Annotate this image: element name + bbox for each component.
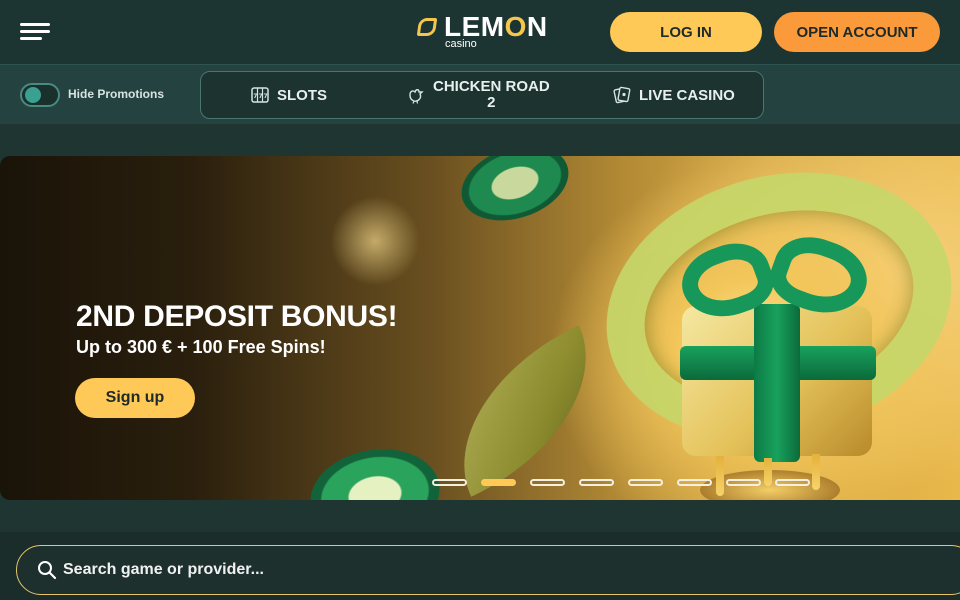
casino-chip-image	[451, 156, 579, 234]
carousel-dot[interactable]	[530, 479, 565, 486]
top-header: LEMON casino LOG IN OPEN ACCOUNT	[0, 0, 960, 64]
lemon-logo-icon	[416, 18, 438, 36]
category-tabs: 7 7 7 SLOTS CHICKEN ROAD 2 LIVE CASINO	[200, 71, 764, 119]
tab-chicken-road-line1: CHICKEN ROAD	[433, 78, 550, 95]
carousel-dot[interactable]	[628, 479, 663, 486]
search-icon	[38, 561, 57, 580]
lemon-leaf-image	[424, 325, 626, 497]
menu-icon[interactable]	[20, 21, 50, 43]
category-nav-bar: Hide Promotions 7 7 7 SLOTS CHICKEN ROAD…	[0, 64, 960, 124]
tab-slots[interactable]: 7 7 7 SLOTS	[251, 72, 327, 118]
slot-machine-icon: 7 7 7	[251, 87, 269, 103]
carousel-dot[interactable]	[726, 479, 761, 486]
carousel-indicators	[432, 479, 810, 489]
promo-banner[interactable]: 2ND DEPOSIT BONUS! Up to 300 € + 100 Fre…	[0, 156, 960, 500]
svg-text:7: 7	[264, 93, 268, 100]
search-input[interactable]	[63, 546, 663, 594]
gift-box-image	[672, 225, 892, 500]
carousel-dot-active[interactable]	[481, 479, 516, 486]
tab-slots-label: SLOTS	[277, 86, 328, 104]
lemon-casino-logo[interactable]: LEMON casino	[416, 11, 548, 52]
sign-up-button[interactable]: Sign up	[75, 378, 195, 418]
hide-promotions-label: Hide Promotions	[68, 87, 165, 101]
banner-subtitle: Up to 300 € + 100 Free Spins!	[76, 337, 326, 357]
svg-text:7: 7	[253, 93, 257, 100]
decorative-glow	[330, 196, 420, 286]
logo-highlight-letter: O	[504, 11, 527, 42]
login-button[interactable]: LOG IN	[610, 12, 762, 52]
banner-title: 2ND DEPOSIT BONUS!	[76, 300, 398, 333]
search-bar[interactable]	[16, 545, 960, 595]
tab-chicken-road-2[interactable]: CHICKEN ROAD 2	[407, 72, 550, 118]
tab-chicken-road-label: CHICKEN ROAD 2	[433, 79, 550, 111]
carousel-dot[interactable]	[677, 479, 712, 486]
carousel-dot[interactable]	[432, 479, 467, 486]
logo-subtext: casino	[445, 38, 477, 50]
cards-icon	[613, 86, 631, 104]
open-account-button[interactable]: OPEN ACCOUNT	[774, 12, 940, 52]
tab-chicken-road-line2: 2	[487, 94, 496, 111]
honey-drip	[812, 454, 820, 490]
tab-live-casino[interactable]: LIVE CASINO	[613, 72, 735, 118]
carousel-dot[interactable]	[775, 479, 810, 486]
svg-text:7: 7	[259, 93, 263, 100]
gift-ribbon	[754, 304, 800, 462]
hide-promotions-toggle[interactable]	[20, 83, 60, 107]
honey-drip	[716, 456, 724, 496]
carousel-dot[interactable]	[579, 479, 614, 486]
toggle-knob	[25, 87, 41, 103]
tab-live-casino-label: LIVE CASINO	[639, 86, 735, 104]
chicken-icon	[409, 89, 424, 104]
casino-chip-image	[303, 439, 447, 500]
